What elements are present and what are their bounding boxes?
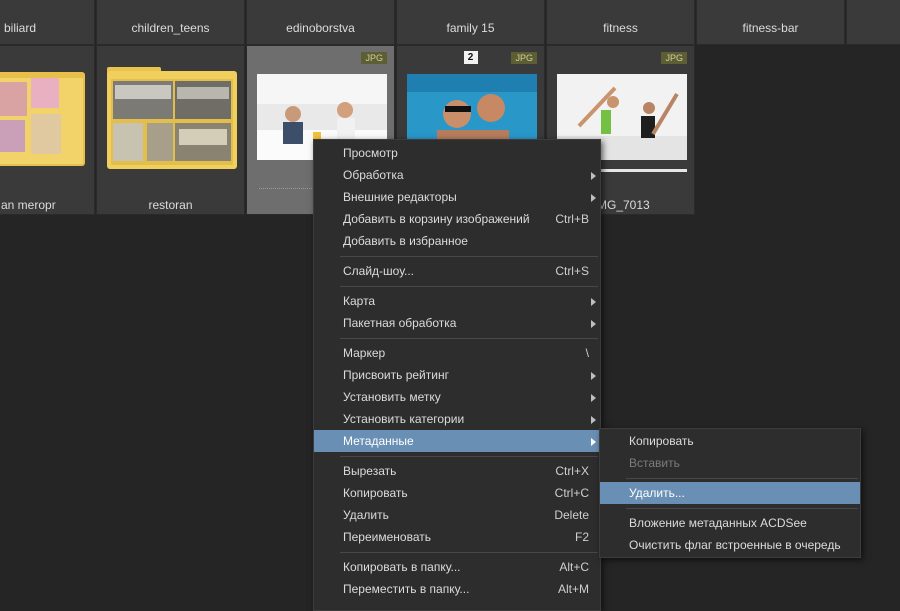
menu-item-label: Очистить флаг встроенные в очередь	[629, 538, 841, 552]
menu-item-slideshow[interactable]: Слайд-шоу... Ctrl+S	[314, 260, 600, 282]
menu-item-label: Слайд-шоу...	[343, 264, 415, 278]
menu-item-label: Вырезать	[343, 464, 397, 478]
menu-separator	[340, 256, 598, 257]
folder-thumbnail	[107, 67, 237, 169]
submenu-item-clear-embed-flag[interactable]: Очистить флаг встроенные в очередь	[600, 534, 860, 556]
menu-item-categories[interactable]: Установить категории	[314, 408, 600, 430]
context-menu: Просмотр Обработка Внешние редакторы Доб…	[313, 139, 601, 611]
menu-item-batch[interactable]: Пакетная обработка	[314, 312, 600, 334]
folder-tile-family-15[interactable]: family 15	[396, 0, 545, 45]
menu-separator	[626, 508, 858, 509]
folder-tile-empty	[846, 0, 900, 45]
menu-item-copy-to-folder[interactable]: Копировать в папку... Alt+C	[314, 556, 600, 578]
menu-separator	[340, 456, 598, 457]
jpg-badge: JPG	[661, 52, 687, 64]
menu-separator	[626, 478, 858, 479]
menu-item-map[interactable]: Карта	[314, 290, 600, 312]
menu-item-external-editors[interactable]: Внешние редакторы	[314, 186, 600, 208]
menu-item-label: Установить метку	[343, 390, 441, 404]
menu-item-add-to-basket[interactable]: Добавить в корзину изображений Ctrl+B	[314, 208, 600, 230]
menu-item-add-to-favorites[interactable]: Добавить в избранное	[314, 230, 600, 252]
menu-item-process[interactable]: Обработка	[314, 164, 600, 186]
folder-tile-edinoborstva[interactable]: edinoborstva	[246, 0, 395, 45]
menu-item-label: Удалить...	[629, 486, 685, 500]
menu-item-label: Метаданные	[343, 434, 414, 448]
submenu-item-delete[interactable]: Удалить...	[600, 482, 860, 504]
menu-item-label: Внешние редакторы	[343, 190, 457, 204]
submenu-arrow-icon	[591, 372, 596, 380]
submenu-item-embed-acdsee[interactable]: Вложение метаданных ACDSee	[600, 512, 860, 534]
menu-item-shortcut: Alt+M	[557, 582, 589, 596]
folder-tile-fitness-bar[interactable]: fitness-bar	[696, 0, 845, 45]
submenu-arrow-icon	[591, 298, 596, 306]
submenu-item-copy[interactable]: Копировать	[600, 430, 860, 452]
menu-item-shortcut: Delete	[554, 508, 589, 522]
folder-tile-fitness[interactable]: fitness	[546, 0, 695, 45]
menu-item-move-to-folder[interactable]: Переместить в папку... Alt+M	[314, 578, 600, 600]
menu-item-label: Копировать в папку...	[343, 560, 461, 574]
menu-item-label: Вставить	[629, 456, 680, 470]
submenu-item-paste: Вставить	[600, 452, 860, 474]
submenu-arrow-icon	[591, 438, 596, 446]
folder-name: fitness-bar	[742, 21, 799, 35]
folder-name: edinoborstva	[286, 21, 355, 35]
menu-item-label: Обработка	[343, 168, 404, 182]
menu-item-label: Копировать	[629, 434, 694, 448]
folder-name: children_teens	[131, 21, 210, 35]
menu-separator	[340, 338, 598, 339]
menu-item-rating[interactable]: Присвоить рейтинг	[314, 364, 600, 386]
folder-thumbnail	[0, 68, 87, 168]
folder-name: restoran	[148, 198, 193, 212]
folder-tile-restoran[interactable]: restoran	[96, 45, 245, 215]
image-name: MG_7013	[597, 198, 650, 212]
page-count-badge: 2	[463, 51, 478, 64]
folder-tile-children-teens[interactable]: children_teens	[96, 0, 245, 45]
menu-item-metadata[interactable]: Метаданные	[314, 430, 600, 452]
menu-item-shortcut: Ctrl+C	[554, 486, 589, 500]
menu-item-cut[interactable]: Вырезать Ctrl+X	[314, 460, 600, 482]
folder-name: fitness	[603, 21, 638, 35]
menu-item-delete[interactable]: Удалить Delete	[314, 504, 600, 526]
metadata-submenu: Копировать Вставить Удалить... Вложение …	[599, 428, 861, 558]
submenu-arrow-icon	[591, 194, 596, 202]
folder-name: biliard	[4, 21, 37, 35]
menu-item-label: Переместить в папку...	[343, 582, 470, 596]
menu-item-shortcut: \	[585, 346, 589, 360]
menu-separator	[340, 286, 598, 287]
menu-item-label: Установить категории	[343, 412, 465, 426]
menu-item-label: Просмотр	[343, 146, 398, 160]
menu-item-label: Удалить	[343, 508, 389, 522]
folder-tile-meropr[interactable]: an meropr	[0, 45, 95, 215]
menu-separator	[340, 552, 598, 553]
menu-item-label: Добавить в корзину изображений	[343, 212, 530, 226]
folder-tile-biliard[interactable]: biliard	[0, 0, 95, 45]
menu-item-shortcut: Ctrl+S	[555, 264, 589, 278]
menu-item-shortcut: Ctrl+X	[555, 464, 589, 478]
submenu-arrow-icon	[591, 416, 596, 424]
folder-name: family 15	[446, 21, 495, 35]
menu-item-marker[interactable]: Маркер \	[314, 342, 600, 364]
menu-item-view[interactable]: Просмотр	[314, 142, 600, 164]
menu-item-label: Переименовать	[343, 530, 431, 544]
menu-item-rename[interactable]: Переименовать F2	[314, 526, 600, 548]
menu-item-label-set[interactable]: Установить метку	[314, 386, 600, 408]
menu-item-label: Пакетная обработка	[343, 316, 457, 330]
menu-item-label: Маркер	[343, 346, 386, 360]
menu-item-shortcut: Ctrl+B	[555, 212, 589, 226]
submenu-arrow-icon	[591, 320, 596, 328]
submenu-arrow-icon	[591, 172, 596, 180]
jpg-badge: JPG	[511, 52, 537, 64]
menu-item-shortcut: F2	[574, 530, 589, 544]
jpg-badge: JPG	[361, 52, 387, 64]
menu-item-label: Вложение метаданных ACDSee	[629, 516, 807, 530]
menu-item-label: Карта	[343, 294, 376, 308]
submenu-arrow-icon	[591, 394, 596, 402]
folder-name: an meropr	[1, 198, 56, 212]
menu-item-shortcut: Alt+C	[559, 560, 589, 574]
menu-item-label: Добавить в избранное	[343, 234, 468, 248]
menu-item-copy[interactable]: Копировать Ctrl+C	[314, 482, 600, 504]
menu-item-label: Присвоить рейтинг	[343, 368, 449, 382]
menu-item-label: Копировать	[343, 486, 408, 500]
